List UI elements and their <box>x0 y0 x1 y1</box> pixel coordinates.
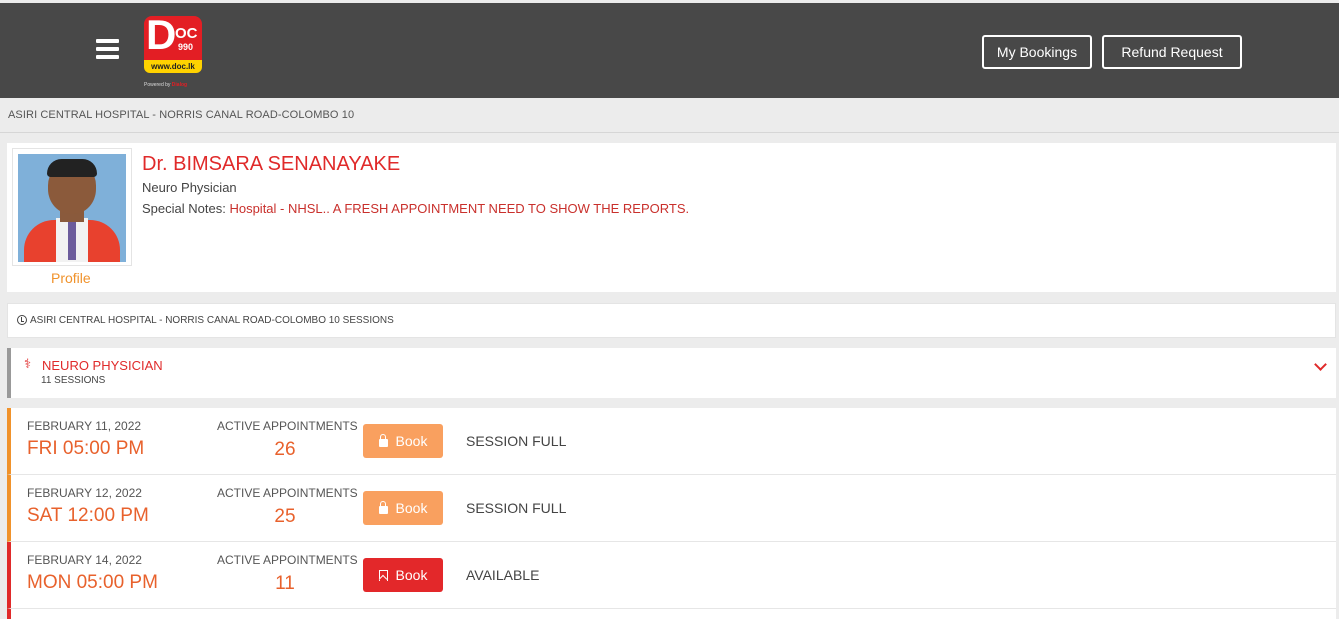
active-appointments-label: ACTIVE APPOINTMENTS <box>217 553 358 567</box>
lock-icon <box>378 501 388 514</box>
breadcrumb-hospital: ASIRI CENTRAL HOSPITAL - NORRIS CANAL RO… <box>8 109 355 121</box>
book-button[interactable]: Book <box>363 558 443 592</box>
active-appointments-label: ACTIVE APPOINTMENTS <box>217 419 358 433</box>
session-status: SESSION FULL <box>466 433 567 449</box>
book-button[interactable]: Book <box>363 424 443 458</box>
active-appointments-count: 25 <box>274 506 296 527</box>
session-time: MON 05:00 PM <box>27 572 158 593</box>
active-appointments-count: 11 <box>275 573 295 594</box>
doctor-card: Profile Dr. BIMSARA SENANAYAKE Neuro Phy… <box>7 143 1336 292</box>
sessions-header-title: ASIRI CENTRAL HOSPITAL - NORRIS CANAL RO… <box>30 315 394 326</box>
top-nav-bar: D OC 990 www.doc.lk Powered by Dialog My… <box>0 3 1339 98</box>
session-date: FEBRUARY 12, 2022 <box>27 486 142 500</box>
doc990-logo[interactable]: D OC 990 www.doc.lk Powered by Dialog <box>142 11 204 92</box>
session-row: FEBRUARY 12, 2022 SAT 12:00 PM ACTIVE AP… <box>7 475 1336 542</box>
hamburger-menu-icon[interactable] <box>96 39 119 59</box>
doctor-specialization: Neuro Physician <box>142 180 237 195</box>
session-row: FEBRUARY 14, 2022 MON 05:00 PM ACTIVE AP… <box>7 542 1336 609</box>
active-appointments-label: ACTIVE APPOINTMENTS <box>217 486 358 500</box>
sessions-list: FEBRUARY 11, 2022 FRI 05:00 PM ACTIVE AP… <box>7 408 1336 619</box>
my-bookings-button[interactable]: My Bookings <box>982 35 1092 69</box>
session-time: FRI 05:00 PM <box>27 438 145 459</box>
lock-icon <box>378 434 388 447</box>
session-status: SESSION FULL <box>466 500 567 516</box>
special-notes-label: Special Notes: <box>142 201 226 216</box>
breadcrumb: ASIRI CENTRAL HOSPITAL - NORRIS CANAL RO… <box>0 98 1339 133</box>
session-date: FEBRUARY 14, 2022 <box>27 553 142 567</box>
stethoscope-icon: ⚕ <box>24 356 32 371</box>
session-status: AVAILABLE <box>466 567 540 583</box>
book-button[interactable]: Book <box>363 491 443 525</box>
clock-icon <box>17 315 27 325</box>
doctor-name: Dr. BIMSARA SENANAYAKE <box>142 153 401 175</box>
special-notes: Special Notes: Hospital - NHSL.. A FRESH… <box>142 201 689 216</box>
specialty-session-count: 11 SESSIONS <box>41 375 106 386</box>
doctor-photo <box>12 148 132 266</box>
refund-request-button[interactable]: Refund Request <box>1102 35 1242 69</box>
specialty-title: NEURO PHYSICIAN <box>42 358 163 373</box>
session-time: SAT 12:00 PM <box>27 505 149 526</box>
bookmark-icon <box>378 570 388 581</box>
session-row: FEBRUARY 11, 2022 FRI 05:00 PM ACTIVE AP… <box>7 408 1336 475</box>
sessions-header: ASIRI CENTRAL HOSPITAL - NORRIS CANAL RO… <box>7 303 1336 338</box>
specialty-panel[interactable]: ⚕ NEURO PHYSICIAN 11 SESSIONS <box>7 348 1336 398</box>
active-appointments-count: 26 <box>274 439 296 460</box>
special-notes-value: Hospital - NHSL.. A FRESH APPOINTMENT NE… <box>229 201 690 216</box>
session-date: FEBRUARY 11, 2022 <box>27 419 142 433</box>
session-row <box>7 609 1336 619</box>
profile-link[interactable]: Profile <box>51 270 91 286</box>
chevron-down-icon[interactable] <box>1314 358 1327 371</box>
